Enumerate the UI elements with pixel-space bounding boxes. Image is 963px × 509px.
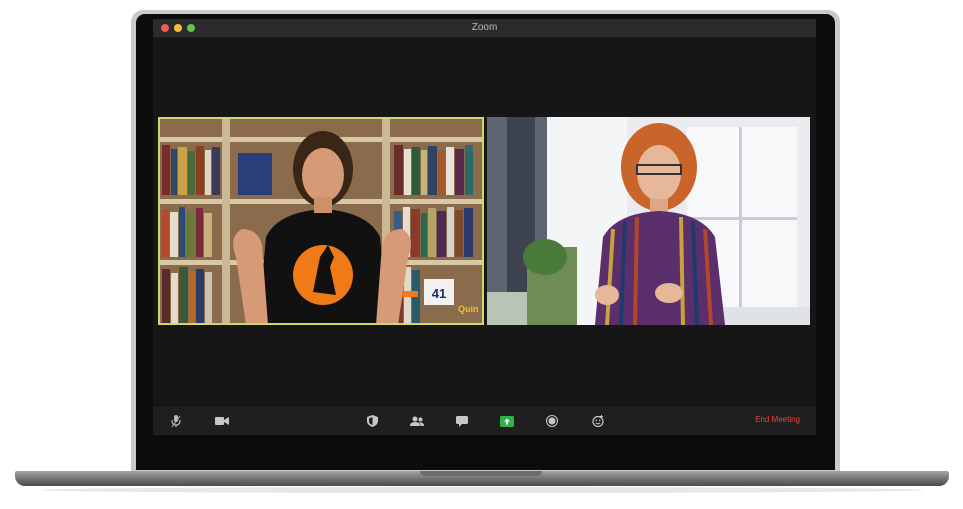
laptop-shadow bbox=[40, 487, 924, 493]
record-icon[interactable] bbox=[544, 413, 560, 429]
end-meeting-button[interactable]: End Meeting bbox=[755, 415, 800, 424]
share-screen-icon[interactable] bbox=[499, 413, 515, 429]
laptop-base-notch bbox=[420, 471, 542, 476]
zoom-window: Zoom 41 Quin End Meeting bbox=[153, 19, 816, 435]
sign-number: 41 bbox=[432, 286, 446, 301]
speaker-video-frame: 41 Quin bbox=[158, 117, 484, 325]
participant-video-frame bbox=[487, 117, 810, 325]
sign-word: Quin bbox=[458, 304, 479, 314]
reactions-icon[interactable] bbox=[590, 413, 606, 429]
microphone-icon[interactable] bbox=[169, 413, 183, 429]
meeting-toolbar: End Meeting bbox=[153, 407, 816, 435]
participants-icon[interactable] bbox=[409, 413, 425, 429]
window-title: Zoom bbox=[471, 22, 498, 33]
video-tile-active-speaker[interactable]: 41 Quin bbox=[158, 117, 484, 325]
title-bar: Zoom bbox=[153, 19, 816, 38]
video-camera-icon[interactable] bbox=[214, 413, 230, 429]
security-shield-icon[interactable] bbox=[365, 413, 379, 429]
chat-bubble-icon[interactable] bbox=[455, 413, 469, 429]
video-tile-participant[interactable] bbox=[487, 117, 810, 325]
